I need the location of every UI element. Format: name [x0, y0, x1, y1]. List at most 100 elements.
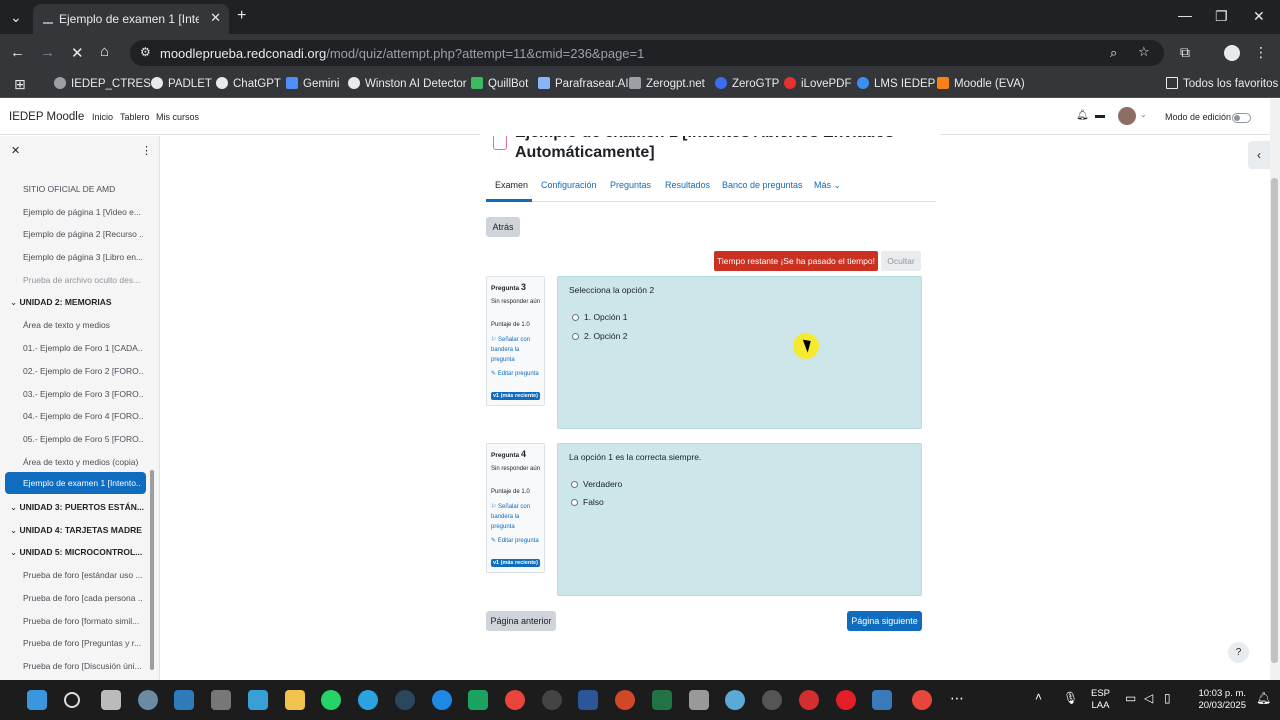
sidebar-section-unidad2[interactable]: UNIDAD 2: MEMORIAS — [10, 297, 145, 308]
tab-list-icon[interactable]: ⌄ — [10, 9, 22, 26]
battery-icon[interactable]: ▯ — [1164, 691, 1171, 705]
notifications-icon[interactable]: 🔔︎ — [1256, 691, 1271, 705]
sidebar-item[interactable]: Prueba de foro [formato simil... — [23, 616, 143, 626]
edit-question-link[interactable]: ✎ Editar pregunta — [491, 369, 543, 379]
taskbar-clock[interactable]: 10:03 p. m. 20/03/2025 — [1190, 688, 1246, 712]
drawer-menu-icon[interactable]: ⋮ — [141, 144, 152, 157]
sidebar-item[interactable]: SITIO OFICIAL DE AMD — [23, 184, 143, 194]
search-icon[interactable] — [64, 692, 80, 708]
window-close-icon[interactable]: ✕ — [1253, 8, 1265, 25]
help-icon[interactable]: ? — [1228, 642, 1249, 663]
bookmark-gemini[interactable]: Gemini — [286, 77, 339, 90]
new-tab-icon[interactable]: + — [237, 7, 246, 25]
answer-option[interactable]: Verdadero — [571, 479, 622, 489]
browser-tab[interactable]: Ejemplo de examen 1 [Intentos ✕ — [33, 4, 229, 34]
nav-mis-cursos[interactable]: Mis cursos — [156, 112, 199, 122]
minimize-icon[interactable]: — — [1178, 7, 1192, 23]
bookmark-zerogpt[interactable]: Zerogpt.net — [629, 77, 705, 90]
answer-option[interactable]: Falso — [571, 497, 604, 507]
previous-page-button[interactable]: Página anterior — [486, 611, 556, 631]
tab-preguntas[interactable]: Preguntas — [610, 180, 651, 190]
bookmark-lms-iedep[interactable]: LMS IEDEP — [857, 77, 935, 90]
network-icon[interactable]: ▭ — [1125, 691, 1136, 705]
edit-question-link[interactable]: ✎ Editar pregunta — [491, 536, 543, 546]
sidebar-item[interactable]: Área de texto y medios (copia) — [23, 457, 143, 467]
powerpoint-icon[interactable] — [615, 690, 635, 710]
app-icon[interactable] — [725, 690, 745, 710]
tray-chevron-icon[interactable]: ˄ — [1035, 690, 1042, 704]
bookmark-zerogtp[interactable]: ZeroGTP — [715, 77, 779, 90]
home-icon[interactable]: ⌂ — [100, 43, 109, 60]
photos-icon[interactable] — [174, 690, 194, 710]
steam-icon[interactable] — [395, 690, 415, 710]
app-icon[interactable] — [762, 690, 782, 710]
all-favorites[interactable]: Todos los favoritos — [1166, 77, 1278, 90]
user-menu-chevron-icon[interactable]: ⌄ — [1140, 110, 1147, 119]
next-page-button[interactable]: Página siguiente — [847, 611, 922, 631]
flag-question-link[interactable]: ⚐ Señalar con bandera la pregunta — [491, 502, 543, 532]
chrome-active-icon[interactable] — [912, 690, 932, 710]
user-avatar[interactable] — [1118, 107, 1136, 125]
telegram-icon[interactable] — [358, 690, 378, 710]
microphone-icon[interactable]: 🎙︎ — [1063, 691, 1078, 705]
bookmark-ilovepdf[interactable]: iLovePDF — [784, 77, 852, 90]
sidebar-item[interactable]: Prueba de foro [Discusión úni... — [23, 661, 143, 671]
tab-banco-preguntas[interactable]: Banco de preguntas — [722, 180, 803, 190]
settings-gear-icon[interactable] — [138, 690, 158, 710]
volume-icon[interactable]: ◁ — [1144, 691, 1153, 705]
bookmark-padlet[interactable]: PADLET — [151, 77, 212, 90]
notifications-bell-icon[interactable]: 🔔︎ — [1076, 110, 1089, 121]
bookmark-quillbot[interactable]: QuillBot — [471, 77, 528, 90]
bookmark-moodle[interactable]: Moodle (EVA) — [937, 77, 1025, 90]
hide-timer-button[interactable]: Ocultar — [881, 251, 921, 271]
sidebar-item[interactable]: 02.- Ejemplo de Foro 2 [FORO... — [23, 366, 143, 376]
word-icon[interactable] — [578, 690, 598, 710]
tab-examen[interactable]: Examen — [495, 180, 528, 190]
zoom-search-icon[interactable]: ⌕ — [1110, 45, 1117, 61]
site-brand[interactable]: IEDEP Moodle — [9, 111, 84, 123]
apps-grid-icon[interactable]: ⊞ — [14, 76, 26, 93]
sidebar-item[interactable]: Prueba de foro [Preguntas y r... — [23, 638, 143, 648]
sidebar-item[interactable]: Área de texto y medios — [23, 320, 143, 330]
bookmark-iedep[interactable]: IEDEP_CTRESC — [54, 77, 159, 90]
forward-icon[interactable]: → — [40, 44, 55, 61]
close-drawer-icon[interactable]: ✕ — [11, 144, 20, 157]
chrome-icon[interactable] — [505, 690, 525, 710]
back-button[interactable]: Atrás — [486, 217, 520, 237]
file-explorer-icon[interactable] — [285, 690, 305, 710]
opera-icon[interactable] — [836, 690, 856, 710]
sidebar-item-active[interactable]: Ejemplo de examen 1 [Intento... — [5, 472, 146, 494]
windows-start-icon[interactable] — [27, 690, 47, 710]
flag-question-link[interactable]: ⚐ Señalar con bandera la pregunta — [491, 335, 543, 365]
sidebar-item[interactable]: Ejemplo de página 2 [Recurso ... — [23, 229, 143, 239]
profile-avatar[interactable] — [1224, 45, 1240, 61]
sidebar-item[interactable]: 05.- Ejemplo de Foro 5 [FORO... — [23, 434, 143, 444]
site-info-icon[interactable]: ⚙ — [140, 45, 151, 59]
sidebar-item[interactable]: 03.- Ejemplo de Foro 3 [FORO... — [23, 389, 143, 399]
sidebar-section-unidad4[interactable]: UNIDAD 4: TARJETAS MADRE — [10, 525, 145, 536]
excel-icon[interactable] — [652, 690, 672, 710]
nav-inicio[interactable]: Inicio — [92, 112, 113, 122]
bookmark-winston[interactable]: Winston AI Detector — [348, 77, 467, 90]
sidebar-item[interactable]: Ejemplo de página 1 [Video e... — [23, 207, 143, 217]
sidebar-item-hidden[interactable]: Prueba de archivo oculto des... — [23, 275, 143, 285]
tab-resultados[interactable]: Resultados — [665, 180, 710, 190]
app-icon[interactable] — [468, 690, 488, 710]
tab-close-icon[interactable]: ✕ — [210, 10, 221, 26]
sidebar-item[interactable]: 01.- Ejemplo de Foro 1 [CADA... — [23, 343, 143, 353]
input-language[interactable]: ESP LAA — [1091, 688, 1110, 712]
app-icon[interactable] — [689, 690, 709, 710]
sidebar-item[interactable]: Prueba de foro [cada persona ... — [23, 593, 143, 603]
task-view-icon[interactable] — [101, 690, 121, 710]
menu-icon[interactable]: ⋮ — [1254, 44, 1268, 61]
sidebar-section-unidad3[interactable]: UNIDAD 3: PUERTOS ESTÁN... — [10, 502, 145, 513]
sidebar-scrollbar[interactable] — [150, 470, 154, 670]
snipping-tool-icon[interactable] — [248, 690, 268, 710]
extensions-icon[interactable]: ⧉ — [1180, 44, 1190, 61]
open-block-drawer-icon[interactable]: ‹ — [1248, 141, 1270, 169]
media-player-icon[interactable] — [542, 690, 562, 710]
edit-mode-toggle[interactable] — [1232, 113, 1251, 123]
record-icon[interactable] — [799, 690, 819, 710]
more-apps-icon[interactable]: ⋯ — [950, 690, 964, 707]
bookmark-chatgpt[interactable]: ChatGPT — [216, 77, 281, 90]
